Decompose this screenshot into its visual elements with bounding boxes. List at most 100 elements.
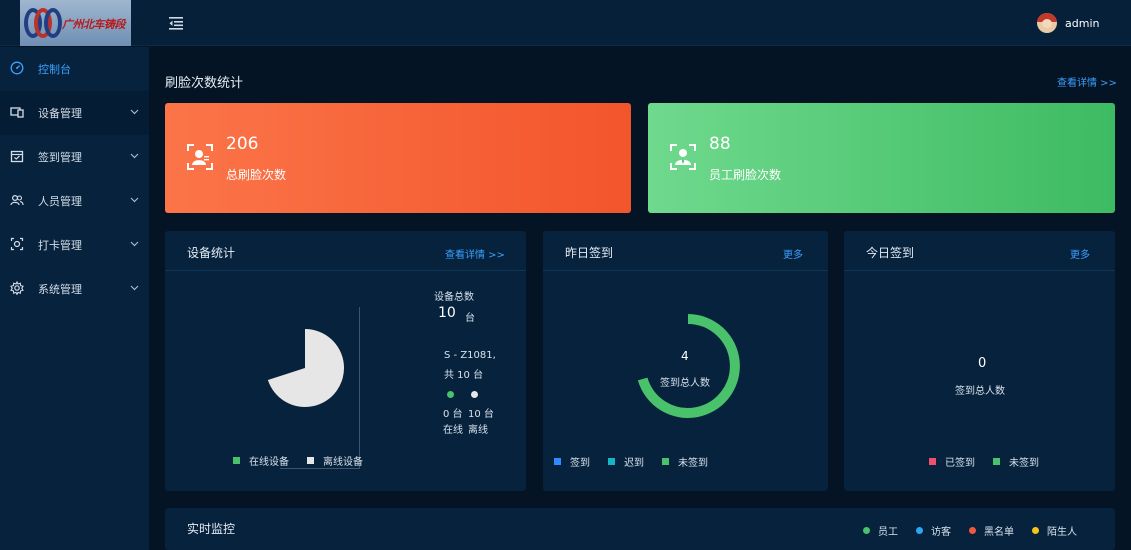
sidebar-item-system-management[interactable]: 系统管理 (0, 267, 149, 311)
legend-label: 已签到 (945, 458, 975, 469)
panel-header: 昨日签到 更多 (543, 231, 828, 271)
legend-label: 员工 (878, 527, 898, 538)
sidebar-item-label: 人员管理 (38, 195, 82, 208)
dashboard-icon (10, 61, 24, 75)
chevron-down-icon (130, 285, 139, 291)
device-total-unit: 台 (465, 313, 475, 324)
staff-scans-label: 员工刷脸次数 (709, 168, 782, 182)
online-dot (447, 391, 454, 398)
legend-item-signed[interactable]: 已签到 (929, 454, 975, 469)
legend-item-offline[interactable]: 离线设备 (307, 453, 363, 468)
today-checkin-value: 0 (978, 356, 987, 371)
legend-item-unsigned[interactable]: 未签到 (993, 454, 1039, 469)
device-total-value: 10 (438, 305, 456, 321)
today-checkin-caption: 签到总人数 (955, 386, 1005, 397)
top-bar: 广州北车铸段 admin (0, 0, 1131, 46)
legend-swatch (233, 457, 240, 464)
company-logo[interactable]: 广州北车铸段 (20, 0, 131, 46)
legend-item-visitor[interactable]: 访客 (916, 523, 951, 538)
today-checkin-panel: 今日签到 更多 0 签到总人数 已签到 未签到 (844, 231, 1115, 491)
yesterday-checkin-title: 昨日签到 (565, 246, 614, 260)
legend-dot (1032, 527, 1039, 534)
offline-count: 10 台 (468, 409, 494, 420)
staff-scans-value: 88 (709, 134, 731, 154)
device-stats-details-link[interactable]: 查看详情 >> (445, 246, 505, 261)
total-scans-value: 206 (226, 134, 259, 154)
avatar-face (1042, 19, 1052, 28)
legend-label: 未签到 (678, 458, 708, 469)
legend-label: 未签到 (1009, 458, 1039, 469)
staff-scans-card[interactable]: 88 员工刷脸次数 (648, 103, 1115, 213)
device-stats-panel: 设备统计 查看详情 >> 设备总数 10 台 S - Z1081, 共 10 台… (165, 231, 526, 491)
legend-dot (969, 527, 976, 534)
online-word: 在线 (443, 425, 463, 436)
device-legend: 在线设备 离线设备 (233, 453, 381, 468)
yesterday-more-link[interactable]: 更多 (783, 246, 803, 261)
legend-dot (916, 527, 923, 534)
pie-slice-offline (267, 329, 345, 407)
yesterday-checkin-value: 4 (681, 349, 689, 363)
today-checkin-title: 今日签到 (866, 246, 915, 260)
staff-scan-icon (670, 144, 696, 170)
legend-label: 陌生人 (1047, 527, 1077, 538)
legend-swatch (307, 457, 314, 464)
sidebar-item-device-management[interactable]: 设备管理 (0, 91, 149, 135)
divider-line (359, 307, 360, 469)
total-scans-card[interactable]: 206 总刷脸次数 (165, 103, 631, 213)
panel-header: 设备统计 查看详情 >> (165, 231, 526, 271)
sidebar-item-dashboard[interactable]: 控制台 (0, 47, 149, 91)
legend-swatch (554, 458, 561, 465)
device-total-label: 设备总数 (434, 292, 474, 303)
device-model-count: 共 10 台 (444, 370, 484, 381)
sidebar-item-checkin-management[interactable]: 签到管理 (0, 135, 149, 179)
device-icon (10, 107, 24, 118)
device-status-pie (267, 329, 345, 407)
divider-line (280, 468, 360, 469)
sidebar-item-personnel-management[interactable]: 人员管理 (0, 179, 149, 223)
username[interactable]: admin (1065, 17, 1099, 30)
camera-icon (10, 237, 24, 251)
realtime-legend: 员工 访客 黑名单 陌生人 (863, 523, 1095, 538)
yesterday-checkin-ring (637, 314, 740, 418)
legend-item-blacklist[interactable]: 黑名单 (969, 523, 1014, 538)
chevron-down-icon (130, 197, 139, 203)
total-scans-label: 总刷脸次数 (226, 168, 287, 182)
user-avatar[interactable] (1037, 13, 1057, 33)
face-stats-title: 刷脸次数统计 (165, 76, 244, 91)
sidebar-item-label: 系统管理 (38, 283, 82, 296)
sidebar-item-punch-management[interactable]: 打卡管理 (0, 223, 149, 267)
users-icon (10, 194, 24, 206)
realtime-panel: 实时监控 员工 访客 黑名单 陌生人 (165, 508, 1115, 550)
legend-item-stranger[interactable]: 陌生人 (1032, 523, 1077, 538)
chevron-down-icon (130, 109, 139, 115)
legend-label: 签到 (570, 458, 590, 469)
today-legend: 已签到 未签到 (929, 454, 1057, 469)
legend-item-signed[interactable]: 签到 (554, 454, 590, 469)
realtime-title: 实时监控 (187, 522, 236, 536)
legend-item-online[interactable]: 在线设备 (233, 453, 289, 468)
calendar-check-icon (10, 150, 24, 163)
yesterday-legend: 签到 迟到 未签到 (554, 454, 726, 469)
legend-item-staff[interactable]: 员工 (863, 523, 898, 538)
face-stats-details-link[interactable]: 查看详情 >> (1057, 74, 1117, 89)
sidebar-item-label: 控制台 (38, 63, 71, 76)
today-more-link[interactable]: 更多 (1070, 246, 1090, 261)
gear-icon (10, 281, 24, 295)
face-scan-icon (187, 144, 213, 170)
panel-header: 今日签到 更多 (844, 231, 1115, 271)
logo-text: 广州北车铸段 (62, 18, 126, 31)
offline-dot (471, 391, 478, 398)
device-stats-title: 设备统计 (187, 246, 236, 260)
legend-item-late[interactable]: 迟到 (608, 454, 644, 469)
legend-item-unsigned[interactable]: 未签到 (662, 454, 708, 469)
sidebar-item-label: 打卡管理 (38, 239, 82, 252)
sidebar-item-label: 设备管理 (38, 107, 82, 120)
offline-word: 离线 (468, 425, 488, 436)
legend-swatch (993, 458, 1000, 465)
online-count: 0 台 (443, 409, 463, 420)
yesterday-checkin-panel: 昨日签到 更多 4 签到总人数 签到 迟到 未签到 (543, 231, 828, 491)
sidebar-item-label: 签到管理 (38, 151, 82, 164)
chevron-down-icon (130, 153, 139, 159)
legend-swatch (662, 458, 669, 465)
menu-collapse-icon[interactable] (168, 15, 184, 31)
